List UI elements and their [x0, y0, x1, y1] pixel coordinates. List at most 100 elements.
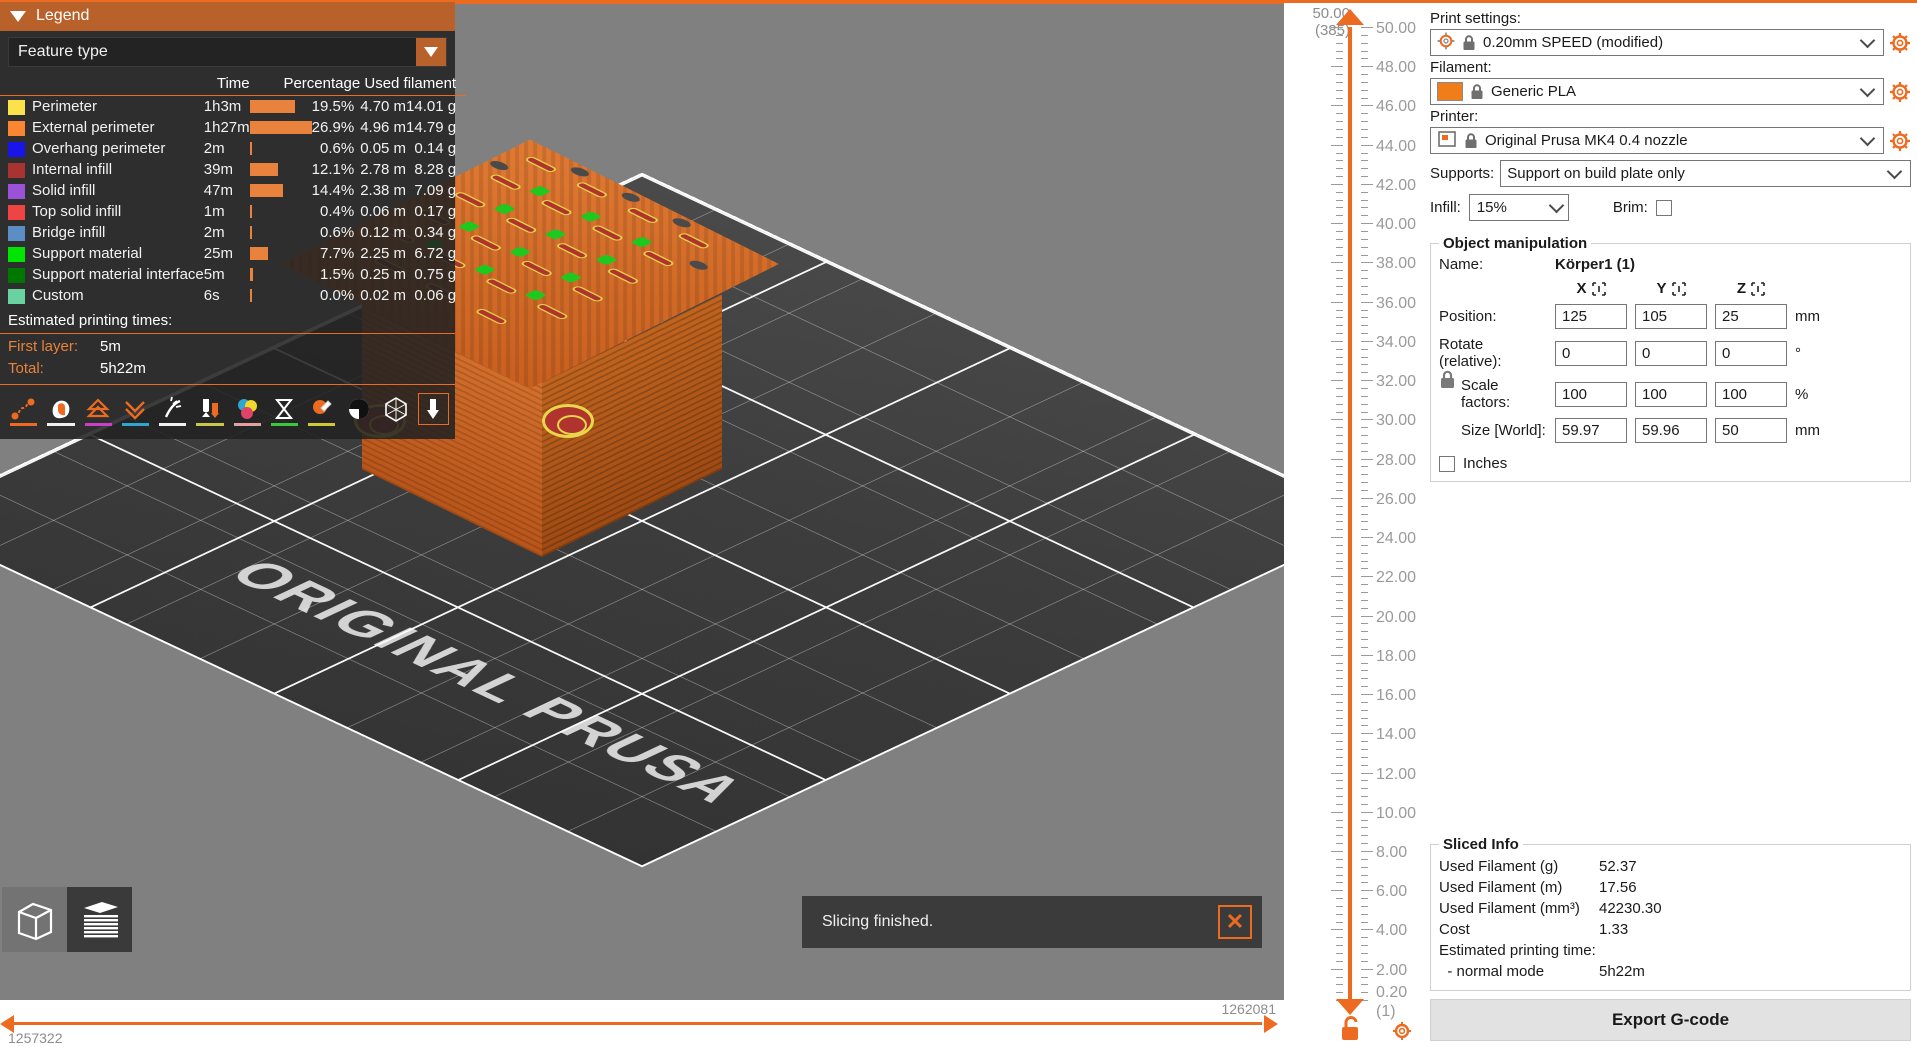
legend-row[interactable]: Support material interface 5m 1.5% 0.25 m 0.… — [0, 264, 466, 285]
legend-row[interactable]: Overhang perimeter 2m 0.6% 0.05 m 0.14 g — [0, 138, 466, 159]
layer-slider-minor-tick — [1336, 694, 1343, 696]
inches-checkbox[interactable] — [1439, 455, 1455, 472]
legend-color-swatch — [0, 180, 25, 201]
chevron-down-icon[interactable] — [1548, 197, 1565, 213]
layer-slider[interactable]: 50.00 (385) 0.20 (1) 50.00 48.00 46.00 4… — [1284, 0, 1422, 1047]
moves-slider-right-thumb[interactable] — [1264, 1015, 1278, 1033]
close-icon[interactable]: ✕ — [1218, 905, 1252, 939]
travel-icon[interactable] — [8, 393, 39, 426]
legend-row[interactable]: External perimeter 1h27m 26.9% 4.96 m 14.79 … — [0, 117, 466, 138]
print-pauses-icon[interactable] — [232, 393, 263, 426]
om-input-y[interactable]: 59.96 — [1635, 418, 1707, 443]
om-input-y[interactable]: 0 — [1635, 340, 1707, 366]
om-input-z[interactable]: 25 — [1715, 304, 1787, 329]
layer-slider-minor-tick — [1336, 662, 1343, 664]
layer-slider-upper-thumb[interactable] — [1336, 9, 1364, 25]
deretractions-icon[interactable] — [120, 393, 151, 426]
legend-percentage-bar — [249, 138, 312, 159]
filament-edit-gear-icon[interactable] — [1889, 81, 1911, 103]
layer-slider-minor-tick — [1361, 835, 1368, 837]
chevron-down-icon[interactable] — [1859, 130, 1876, 146]
color-changes-icon[interactable] — [194, 393, 225, 426]
legend-color-swatch — [0, 96, 25, 118]
layer-slider-minor-tick — [1336, 654, 1343, 656]
preview-view-icon[interactable] — [67, 887, 132, 952]
seams-icon[interactable] — [83, 393, 114, 426]
layer-slider-minor-tick — [1336, 301, 1343, 303]
layer-slider-tick-label: 16.00 — [1376, 687, 1417, 705]
infill-combo[interactable]: 15% — [1468, 194, 1569, 221]
legend-row[interactable]: Solid infill 47m 14.4% 2.38 m 7.09 g — [0, 180, 466, 201]
chevron-down-icon[interactable] — [416, 38, 446, 66]
om-input-z[interactable]: 0 — [1715, 340, 1787, 366]
legend-row[interactable]: Perimeter 1h3m 19.5% 4.70 m 14.01 g — [0, 96, 466, 118]
3d-editor-view-icon[interactable] — [2, 887, 67, 952]
retractions-icon[interactable] — [45, 393, 76, 426]
layer-slider-minor-tick — [1336, 937, 1343, 939]
filament-combo[interactable]: Generic PLA — [1430, 78, 1884, 105]
legend-toolbar[interactable] — [0, 385, 455, 435]
custom-gcodes-icon[interactable] — [269, 393, 300, 426]
layer-slider-tick-label: 24.00 — [1376, 530, 1417, 548]
legend-row[interactable]: Top solid infill 1m 0.4% 0.06 m 0.17 g — [0, 201, 466, 222]
layer-slider-minor-tick — [1336, 850, 1343, 852]
legend-color-swatch — [0, 285, 25, 306]
legend-header[interactable]: Legend — [0, 0, 455, 31]
layer-slider-bottom-layer: (1) — [1376, 1002, 1396, 1020]
gear-icon[interactable] — [1392, 1021, 1412, 1045]
om-input-x[interactable]: 125 — [1555, 304, 1627, 329]
layer-slider-minor-tick — [1336, 450, 1343, 452]
moves-slider-track[interactable] — [14, 1022, 1262, 1025]
layer-slider-minor-tick — [1361, 113, 1368, 115]
export-gcode-button[interactable]: Export G-code — [1430, 999, 1911, 1041]
unlocked-icon[interactable] — [1338, 1015, 1364, 1047]
legend-panel[interactable]: Legend Feature type Time Percentage Used… — [0, 0, 467, 439]
chevron-down-icon[interactable] — [1859, 32, 1876, 48]
legend-feature-name: Overhang perimeter — [32, 140, 166, 157]
legend-row[interactable]: Custom 6s 0.0% 0.02 m 0.06 g — [0, 285, 466, 306]
legend-row[interactable]: Support material 25m 7.7% 2.25 m 6.72 g — [0, 243, 466, 264]
supports-combo[interactable]: Support on build plate only — [1500, 160, 1911, 187]
layer-slider-minor-tick — [1361, 701, 1368, 703]
view-type-select[interactable]: Feature type — [8, 37, 447, 67]
print-settings-combo[interactable]: 0.20mm SPEED (modified) — [1430, 29, 1884, 56]
layer-slider-lower-thumb[interactable] — [1336, 999, 1364, 1015]
chevron-down-icon[interactable] — [1886, 163, 1903, 179]
legend-toggle-icon[interactable] — [417, 393, 450, 425]
locked-uniform-scale-icon[interactable] — [1439, 370, 1456, 394]
toolchanges-icon[interactable] — [157, 393, 188, 426]
printer-combo[interactable]: Original Prusa MK4 0.4 nozzle — [1430, 127, 1884, 154]
layer-slider-minor-tick — [1336, 646, 1343, 648]
shells-icon[interactable] — [306, 393, 337, 426]
layer-slider-minor-tick — [1336, 764, 1343, 766]
layer-slider-minor-tick — [1336, 223, 1343, 225]
moves-slider[interactable]: 1262081 1257322 — [0, 1000, 1284, 1047]
om-input-z[interactable]: 100 — [1715, 381, 1787, 407]
layer-slider-minor-tick — [1361, 568, 1368, 570]
layer-slider-minor-tick — [1336, 262, 1343, 264]
bounding-box-icon[interactable] — [381, 393, 412, 425]
printer-edit-gear-icon[interactable] — [1889, 130, 1911, 152]
legend-filament-weight: 0.17 g — [414, 203, 457, 220]
om-input-y[interactable]: 105 — [1635, 304, 1707, 329]
print-settings-edit-gear-icon[interactable] — [1889, 32, 1911, 54]
layer-slider-minor-tick — [1361, 427, 1368, 429]
om-input-z[interactable]: 50 — [1715, 418, 1787, 443]
om-input-x[interactable]: 100 — [1555, 381, 1627, 407]
legend-row[interactable]: Bridge infill 2m 0.6% 0.12 m 0.34 g — [0, 222, 466, 243]
chevron-down-icon[interactable] — [1859, 81, 1876, 97]
layer-slider-minor-tick — [1336, 246, 1343, 248]
om-input-x[interactable]: 0 — [1555, 340, 1627, 366]
layer-slider-bottom-readout: 0.20 (1) — [1376, 984, 1407, 1021]
layer-slider-minor-tick — [1361, 278, 1368, 280]
om-input-y[interactable]: 100 — [1635, 381, 1707, 407]
om-input-x[interactable]: 59.97 — [1555, 418, 1627, 443]
brim-checkbox[interactable] — [1655, 199, 1672, 216]
layer-slider-tick-label: 50.00 — [1376, 20, 1417, 37]
tool-marker-icon[interactable] — [343, 393, 374, 425]
view-mode-switch[interactable] — [2, 887, 132, 952]
layer-slider-minor-tick — [1361, 639, 1368, 641]
layer-slider-tick-label: 36.00 — [1376, 294, 1417, 312]
om-row-unit: % — [1795, 385, 1809, 403]
legend-row[interactable]: Internal infill 39m 12.1% 2.78 m 8.28 g — [0, 159, 466, 180]
